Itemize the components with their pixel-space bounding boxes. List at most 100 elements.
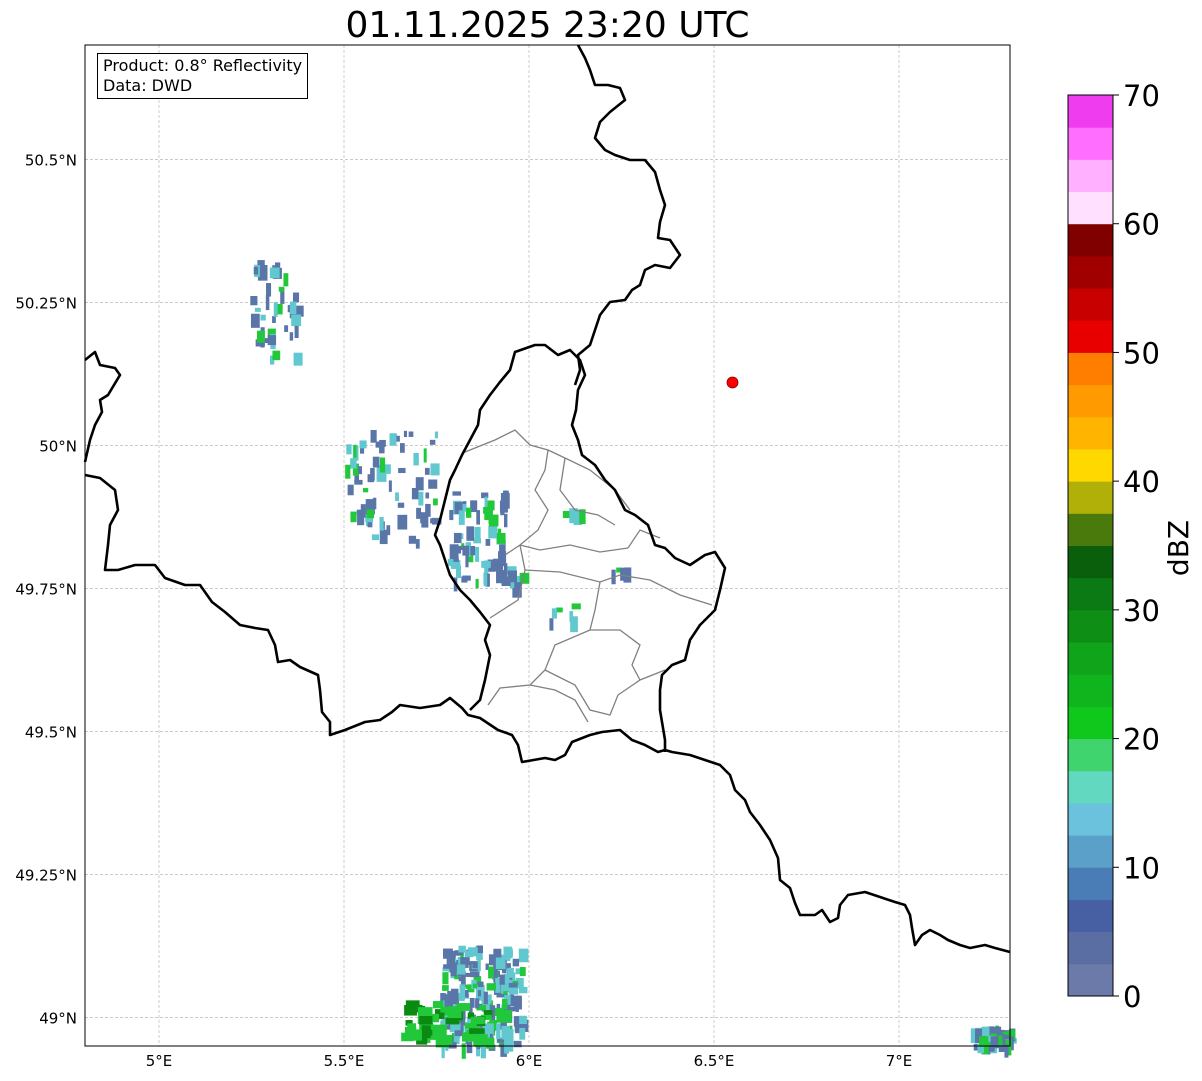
echo-cell — [408, 431, 414, 437]
axis-tick-labels: 5°E 5.5°E 6°E 6.5°E 7°E 49°N 49.25°N 49.5°N 49.7… — [15, 151, 912, 1070]
lat-tick-label: 49.75°N — [15, 580, 77, 598]
echo-cell — [504, 513, 508, 528]
echo-cell — [415, 477, 424, 491]
echo-cell — [447, 1006, 462, 1019]
lat-tick-label: 49.25°N — [15, 866, 77, 884]
echo-cell — [250, 313, 260, 328]
echo-cell — [277, 303, 283, 315]
echo-cell — [467, 947, 478, 957]
echo-cell — [466, 526, 474, 541]
echo-cell — [397, 502, 405, 508]
echo-cell — [284, 325, 289, 332]
echo-cell — [250, 295, 258, 306]
lon-tick-label: 7°E — [886, 1052, 913, 1070]
echo-cell — [294, 325, 299, 339]
echo-cell — [395, 492, 399, 502]
echo-cell — [372, 497, 377, 510]
echo-cell — [480, 1044, 486, 1059]
echo-cell — [466, 507, 472, 518]
echo-cell — [269, 267, 280, 279]
echo-cell — [456, 964, 466, 975]
echo-cell — [413, 452, 419, 466]
echo-cell — [404, 1004, 417, 1016]
echo-cell — [292, 292, 300, 303]
echo-cell — [278, 286, 285, 292]
echo-cell — [506, 953, 510, 961]
echo-cell — [442, 972, 449, 985]
echo-cell — [465, 972, 472, 977]
echo-cell — [432, 1024, 447, 1037]
echo-cell — [379, 457, 386, 473]
echo-cell — [452, 491, 462, 496]
echo-cell — [460, 545, 465, 551]
echo-cell — [260, 314, 266, 321]
echo-cell — [570, 616, 578, 633]
echo-cell — [450, 988, 459, 1005]
echo-cell — [501, 576, 511, 587]
echo-cell — [496, 1023, 501, 1040]
echo-cell — [476, 510, 480, 525]
echo-cell — [488, 525, 498, 539]
echo-cell — [461, 576, 468, 583]
echo-cell — [375, 441, 384, 448]
echo-cell — [360, 504, 366, 518]
echo-cell — [423, 448, 427, 463]
echo-cell — [499, 974, 505, 985]
echo-cell — [289, 332, 294, 341]
echo-cell — [979, 1036, 989, 1047]
echo-cell — [257, 260, 265, 266]
echo-cell — [512, 958, 520, 967]
echo-cell — [477, 990, 482, 997]
echo-cell — [465, 552, 469, 568]
echo-cell — [472, 983, 477, 989]
echo-cell — [458, 510, 465, 525]
echo-cell — [350, 511, 357, 523]
echo-cell — [289, 301, 297, 315]
echo-cell — [379, 529, 388, 545]
echo-cell — [571, 603, 581, 610]
echo-cell — [379, 516, 384, 531]
echo-cell — [488, 514, 499, 525]
echo-cell — [519, 966, 526, 977]
echo-cell — [484, 560, 489, 574]
echo-cell — [518, 986, 528, 994]
map-frame — [84, 44, 1011, 1047]
radar-map: 5°E 5.5°E 6°E 6.5°E 7°E 49°N 49.25°N 49.5°N 49.7… — [15, 44, 1017, 1070]
echo-cell — [283, 273, 289, 287]
echo-cell — [454, 1030, 463, 1037]
echo-cell — [449, 509, 454, 521]
echo-cell — [388, 480, 392, 492]
echo-cell — [459, 984, 466, 1000]
echo-cell — [403, 430, 408, 438]
echo-cell — [389, 433, 397, 446]
echo-cell — [469, 997, 475, 1008]
echo-cell — [453, 557, 459, 562]
echo-cell — [418, 491, 424, 506]
lon-tick-label: 6.5°E — [694, 1052, 735, 1070]
echo-cell — [488, 954, 495, 966]
echo-cell — [474, 526, 481, 543]
echo-cell — [417, 1007, 433, 1017]
data-source-label: Data: DWD — [103, 76, 193, 95]
echo-cell — [266, 283, 272, 297]
echo-cell — [346, 444, 352, 455]
echo-cell — [409, 1029, 422, 1041]
echo-cell — [518, 948, 529, 963]
echo-cell — [430, 463, 440, 476]
lat-tick-label: 50.25°N — [15, 294, 77, 312]
echo-cell — [425, 492, 430, 499]
country-borders — [83, 44, 1011, 954]
echo-cell — [433, 498, 438, 506]
echo-cell — [458, 945, 466, 953]
echo-cell — [445, 1017, 460, 1025]
echo-cell — [434, 431, 439, 439]
echo-cell — [469, 1028, 485, 1034]
gridlines — [85, 45, 1010, 1046]
info-box: Product: 0.8° Reflectivity Data: DWD — [97, 53, 309, 99]
echo-cell — [429, 439, 436, 445]
echo-cell — [447, 559, 455, 566]
radar-site-marker — [726, 376, 739, 389]
echo-cell — [415, 539, 420, 549]
echo-cell — [350, 458, 357, 469]
echo-cell — [483, 506, 493, 514]
